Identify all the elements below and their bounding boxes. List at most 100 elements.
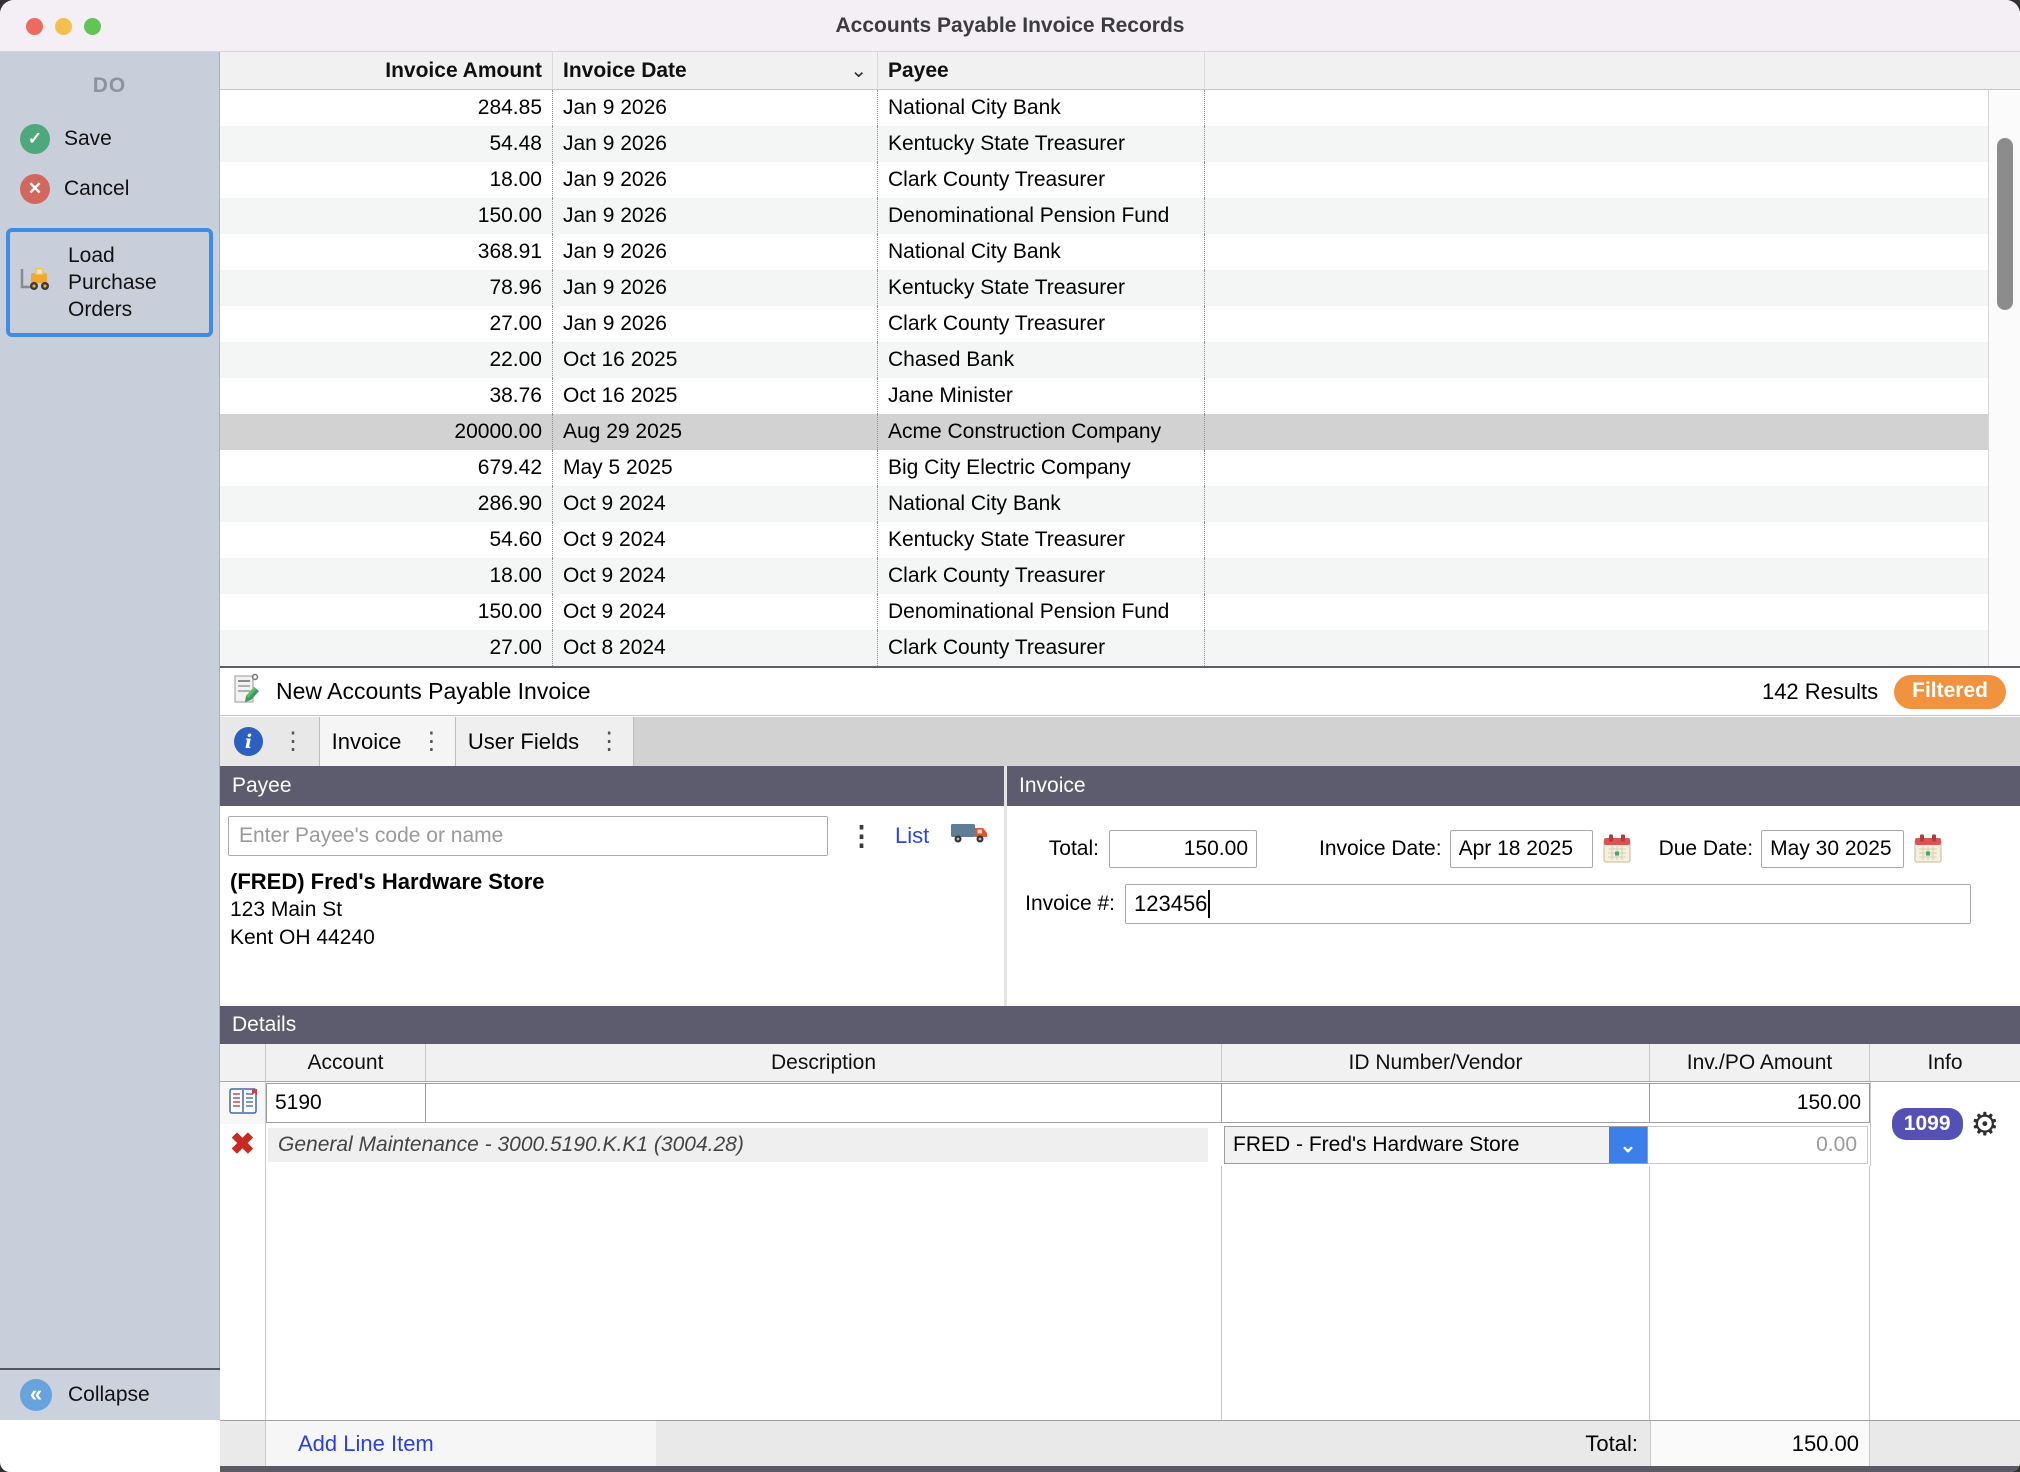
cancel-button[interactable]: ✕ Cancel [0,164,219,214]
payee-address-block: (FRED) Fred's Hardware Store 123 Main St… [230,868,1004,952]
payee-search-input[interactable] [228,816,828,856]
id-number-vendor-input[interactable] [1222,1083,1650,1123]
details-panel-header: Details [220,1006,2020,1044]
forklift-icon [18,265,58,300]
filler-cell [1205,594,1988,630]
filler-cell [1205,450,1988,486]
table-row[interactable]: 20000.00 Aug 29 2025 Acme Construction Com… [220,414,1988,450]
line-amount-input[interactable] [1650,1083,1870,1123]
payee-cell: Kentucky State Treasurer [878,522,1205,558]
action-sidebar: DO ✓ Save ✕ Cancel Load Purchase Orders … [0,52,220,1420]
due-date-calendar-button[interactable] [1912,833,1944,865]
collapse-sidebar-button[interactable]: « Collapse [0,1368,220,1420]
records-body: 284.85 Jan 9 2026 National City Bank 54.48 J… [220,90,1988,666]
table-row[interactable]: 27.00 Oct 8 2024 Clark County Treasurer [220,630,1988,666]
truck-icon[interactable] [949,819,991,854]
delete-line-icon[interactable]: ✖ [230,1130,255,1160]
table-row[interactable]: 38.76 Oct 16 2025 Jane Minister [220,378,1988,414]
payee-list-link[interactable]: List [895,823,929,849]
window-bottom-edge [220,1466,2020,1472]
filler-cell [1205,234,1988,270]
filtered-badge[interactable]: Filtered [1894,674,2006,709]
table-row[interactable]: 18.00 Oct 9 2024 Clark County Treasurer [220,558,1988,594]
kebab-icon[interactable]: ⋮ [597,729,621,754]
records-scrollbar-track[interactable] [1988,90,2020,666]
table-row[interactable]: 150.00 Jan 9 2026 Denominational Pension F… [220,198,1988,234]
filler-cell [1205,558,1988,594]
load-po-label: Load Purchase Orders [68,244,157,321]
table-row[interactable]: 150.00 Oct 9 2024 Denominational Pension F… [220,594,1988,630]
records-scrollbar-thumb[interactable] [1997,138,2013,310]
kebab-icon[interactable]: ⋮ [281,729,305,754]
table-row[interactable]: 22.00 Oct 16 2025 Chased Bank [220,342,1988,378]
due-date-input[interactable] [1761,830,1905,868]
table-row[interactable]: 54.60 Oct 9 2024 Kentucky State Treasurer [220,522,1988,558]
filler-cell [1205,90,1988,126]
column-header-invoice-date[interactable]: Invoice Date ⌄ [553,52,878,89]
account-lookup-icon[interactable] [228,1087,258,1120]
filler-cell [1205,378,1988,414]
load-purchase-orders-button[interactable]: Load Purchase Orders [6,228,213,337]
account-input[interactable] [266,1083,426,1123]
invoice-date-input[interactable] [1449,830,1593,868]
amt-cell: 54.48 [220,126,553,162]
table-row[interactable]: 286.90 Oct 9 2024 National City Bank [220,486,1988,522]
table-row[interactable]: 54.48 Jan 9 2026 Kentucky State Treasurer [220,126,1988,162]
table-row[interactable]: 27.00 Jan 9 2026 Clark County Treasurer [220,306,1988,342]
table-row[interactable]: 284.85 Jan 9 2026 National City Bank [220,90,1988,126]
payee-panel-header: Payee [220,766,1004,806]
collapse-label: Collapse [68,1383,150,1406]
date-cell: Jan 9 2026 [553,162,878,198]
vendor-dropdown[interactable]: FRED - Fred's Hardware Store ⌄ [1224,1126,1648,1164]
kebab-icon[interactable]: ⋮ [419,729,443,754]
collapse-chevrons-icon: « [20,1379,52,1411]
amt-cell: 27.00 [220,306,553,342]
date-cell: Oct 9 2024 [553,558,878,594]
new-invoice-title: New Accounts Payable Invoice [276,678,591,704]
tab-invoice[interactable]: Invoice ⋮ [320,717,456,766]
filler-cell [1205,486,1988,522]
details-total-label: Total: [1585,1430,1638,1456]
invoice-panel-header: Invoice [1007,766,2020,806]
amt-cell: 679.42 [220,450,553,486]
total-input[interactable] [1109,830,1257,868]
amt-cell: 22.00 [220,342,553,378]
amt-cell: 27.00 [220,630,553,666]
table-row[interactable]: 368.91 Jan 9 2026 National City Bank [220,234,1988,270]
date-cell: Oct 9 2024 [553,522,878,558]
new-invoice-icon [232,672,266,711]
sidebar-header: DO [92,74,127,97]
add-line-item-link[interactable]: Add Line Item [298,1431,434,1457]
badge-1099[interactable]: 1099 [1891,1108,1963,1140]
x-circle-icon: ✕ [20,174,50,204]
payee-kebab-icon[interactable]: ⋮ [848,821,875,852]
invoice-date-calendar-button[interactable] [1601,833,1633,865]
table-row[interactable]: 18.00 Jan 9 2026 Clark County Treasurer [220,162,1988,198]
invoice-number-input[interactable]: 123456 [1125,884,1971,924]
details-column-icon [220,1044,266,1081]
column-header-payee[interactable]: Payee [878,52,1205,89]
column-header-invoice-amount[interactable]: Invoice Amount [220,52,553,89]
table-row[interactable]: 679.42 May 5 2025 Big City Electric Compan… [220,450,1988,486]
column-header-filler [1205,52,2020,89]
table-row[interactable]: 78.96 Jan 9 2026 Kentucky State Treasurer [220,270,1988,306]
date-cell: Oct 9 2024 [553,594,878,630]
details-total-value: 150.00 [1650,1421,1870,1466]
save-button[interactable]: ✓ Save [0,114,219,164]
payee-cell: Kentucky State Treasurer [878,270,1205,306]
payee-cell: Denominational Pension Fund [878,594,1205,630]
amt-cell: 18.00 [220,162,553,198]
amt-cell: 284.85 [220,90,553,126]
line-item-subrow: ✖ General Maintenance - 3000.5190.K.K1 (… [220,1124,1870,1166]
date-cell: Jan 9 2026 [553,306,878,342]
filler-cell [1205,522,1988,558]
line-item-row [220,1082,1870,1124]
payee-panel: Payee ⋮ List (FRED) Fred's Hardware Stor… [220,766,1004,1006]
vendor-dropdown-button[interactable]: ⌄ [1609,1127,1647,1163]
results-bar: New Accounts Payable Invoice 142 Results… [220,668,2020,716]
description-input[interactable] [426,1083,1222,1123]
tab-user-fields[interactable]: User Fields ⋮ [456,717,634,766]
tab-info[interactable]: i ⋮ [220,717,320,766]
payee-name: (FRED) Fred's Hardware Store [230,869,545,894]
gear-icon[interactable]: ⚙ [1971,1108,2000,1140]
